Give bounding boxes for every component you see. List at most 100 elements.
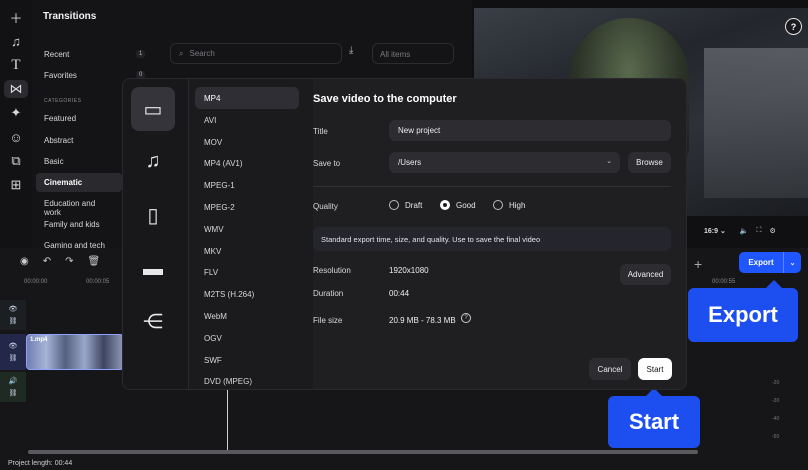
share-icon[interactable]: ⋲ xyxy=(131,299,175,343)
format-item[interactable]: M2TS (H.264) xyxy=(195,283,299,305)
format-item[interactable]: WMV xyxy=(195,218,299,240)
format-item[interactable]: DVD (MPEG) xyxy=(195,370,299,387)
transitions-icon[interactable]: ⋈ xyxy=(4,80,28,98)
divider xyxy=(313,186,671,187)
settings-icon[interactable]: ⚙ xyxy=(769,227,775,235)
volume-icon[interactable]: 🔈 xyxy=(740,227,749,235)
title-field[interactable]: New project xyxy=(389,120,671,141)
category-favorites[interactable]: Favorites xyxy=(36,66,122,85)
project-length: Project length: 00:44 xyxy=(8,460,73,467)
quality-high-radio[interactable]: High xyxy=(493,200,525,210)
clip-name: 1.mp4 xyxy=(30,337,48,343)
quality-draft-radio[interactable]: Draft xyxy=(389,200,422,210)
video-clip[interactable]: 1.mp4 xyxy=(26,334,124,370)
record-icon[interactable]: ◉ xyxy=(20,256,29,267)
question-icon[interactable]: ? xyxy=(461,313,471,323)
recent-count: 1 xyxy=(136,50,146,58)
ruler-tick: 00:00:05 xyxy=(86,279,110,285)
format-item-active[interactable]: MP4 xyxy=(195,87,299,109)
format-list: MP4 AVI MOV MP4 (AV1) MPEG-1 MPEG-2 WMV … xyxy=(195,87,299,387)
start-button[interactable]: Start xyxy=(638,358,672,380)
download-icon[interactable]: ⤓ xyxy=(349,45,353,56)
chevron-down-icon: ⌄ xyxy=(606,158,612,165)
radio-dot xyxy=(493,200,503,210)
apps-icon[interactable]: ⊞ xyxy=(4,176,28,194)
link-icon[interactable]: ⛓ xyxy=(9,317,18,325)
eye-icon[interactable]: 👁 xyxy=(9,342,18,350)
audio-meter: -20 -30 -40 -50 xyxy=(770,368,808,448)
link-icon[interactable]: ⛓ xyxy=(9,389,18,397)
category-item[interactable]: Basic xyxy=(36,152,122,171)
category-recent[interactable]: Recent xyxy=(36,45,122,64)
eye-icon[interactable]: 👁 xyxy=(9,305,18,313)
format-item[interactable]: MPEG-2 xyxy=(195,196,299,218)
phone-icon[interactable]: ▯ xyxy=(131,193,175,237)
preview-frame-wall xyxy=(704,48,808,198)
fullscreen-icon[interactable]: ⛶ xyxy=(757,227,762,235)
timeline-toolbar: ◉ ↶ ↷ 🗑 xyxy=(20,256,100,267)
overlay-icon[interactable]: ⧉ xyxy=(4,152,28,170)
export-callout: Export xyxy=(688,280,798,342)
computer-video-icon[interactable]: ▭ xyxy=(131,87,175,131)
quality-good-radio[interactable]: Good xyxy=(440,200,476,210)
music-icon[interactable]: ♫ xyxy=(131,139,175,183)
format-item[interactable]: MOV xyxy=(195,131,299,153)
link-icon[interactable]: ⛓ xyxy=(9,354,18,362)
stickers-icon[interactable]: ☺ xyxy=(4,128,28,146)
save-to-label: Save to xyxy=(313,159,341,168)
format-item[interactable]: OGV xyxy=(195,327,299,349)
categories-heading: CATEGORIES xyxy=(44,98,82,104)
radio-dot-selected xyxy=(440,200,450,210)
format-item[interactable]: AVI xyxy=(195,109,299,131)
search-input[interactable]: ⌕ Search xyxy=(170,43,342,64)
redo-icon[interactable]: ↷ xyxy=(65,256,73,267)
delete-icon[interactable]: 🗑 xyxy=(88,256,101,267)
meter-label: -30 xyxy=(772,398,780,404)
category-item[interactable]: Education and work xyxy=(36,194,122,217)
start-callout: Start xyxy=(608,388,700,448)
category-item-active[interactable]: Cinematic xyxy=(36,173,122,192)
add-track-icon[interactable]: + xyxy=(694,256,702,272)
dialog-title: Save video to the computer xyxy=(313,93,457,105)
format-item[interactable]: SWF xyxy=(195,349,299,371)
meter-label: -20 xyxy=(772,380,780,386)
duration-value: 00:44 xyxy=(389,289,410,298)
radio-label: High xyxy=(509,200,526,210)
track-header: 👁 ⛓ xyxy=(0,300,26,330)
dialog-main: Save video to the computer Title New pro… xyxy=(313,79,686,389)
music-icon[interactable]: ♫ xyxy=(4,32,28,50)
search-placeholder: Search xyxy=(189,49,215,58)
format-item[interactable]: MPEG-1 xyxy=(195,174,299,196)
category-item[interactable]: Family and kids xyxy=(36,215,122,234)
text-icon[interactable]: T xyxy=(4,56,28,74)
category-item[interactable]: Featured xyxy=(36,109,122,128)
format-item[interactable]: MKV xyxy=(195,240,299,262)
export-button[interactable]: Export ⌄ xyxy=(739,252,801,273)
filesize-label: File size xyxy=(313,316,343,325)
format-item[interactable]: MP4 (AV1) xyxy=(195,152,299,174)
save-video-dialog: ▭ ♫ ▯ ▬ ⋲ MP4 AVI MOV MP4 (AV1) MPEG-1 M… xyxy=(122,78,687,390)
undo-icon[interactable]: ↶ xyxy=(43,256,51,267)
panel-title: Transitions xyxy=(43,11,97,22)
category-item[interactable]: Abstract xyxy=(36,131,122,150)
tv-icon[interactable]: ▬ xyxy=(131,247,175,291)
format-item[interactable]: FLV xyxy=(195,261,299,283)
export-callout-text: Export xyxy=(708,302,778,327)
speaker-icon[interactable]: 🔊 xyxy=(9,377,18,385)
plus-icon[interactable]: ＋ xyxy=(4,8,28,26)
effects-icon[interactable]: ✦ xyxy=(4,104,28,122)
preview-controls: 16:9 ⌄ 🔈 ⛶ ⚙ xyxy=(688,222,808,240)
duration-label: Duration xyxy=(313,289,344,298)
filter-dropdown[interactable]: All items xyxy=(372,43,454,64)
cancel-button[interactable]: Cancel xyxy=(589,358,631,380)
timeline-scrollbar[interactable] xyxy=(28,450,698,454)
chevron-down-icon[interactable]: ⌄ xyxy=(783,252,801,273)
save-to-field[interactable]: /Users ⌄ xyxy=(389,152,620,173)
aspect-ratio-select[interactable]: 16:9 ⌄ xyxy=(704,227,726,235)
help-icon[interactable]: ? xyxy=(785,18,802,35)
browse-button[interactable]: Browse xyxy=(628,152,671,173)
advanced-button[interactable]: Advanced xyxy=(620,264,671,285)
playhead[interactable] xyxy=(227,388,228,450)
format-item[interactable]: WebM xyxy=(195,305,299,327)
video-editor: ＋ ♫ T ⋈ ✦ ☺ ⧉ ⊞ Transitions Recent 1 Fav… xyxy=(0,0,808,470)
